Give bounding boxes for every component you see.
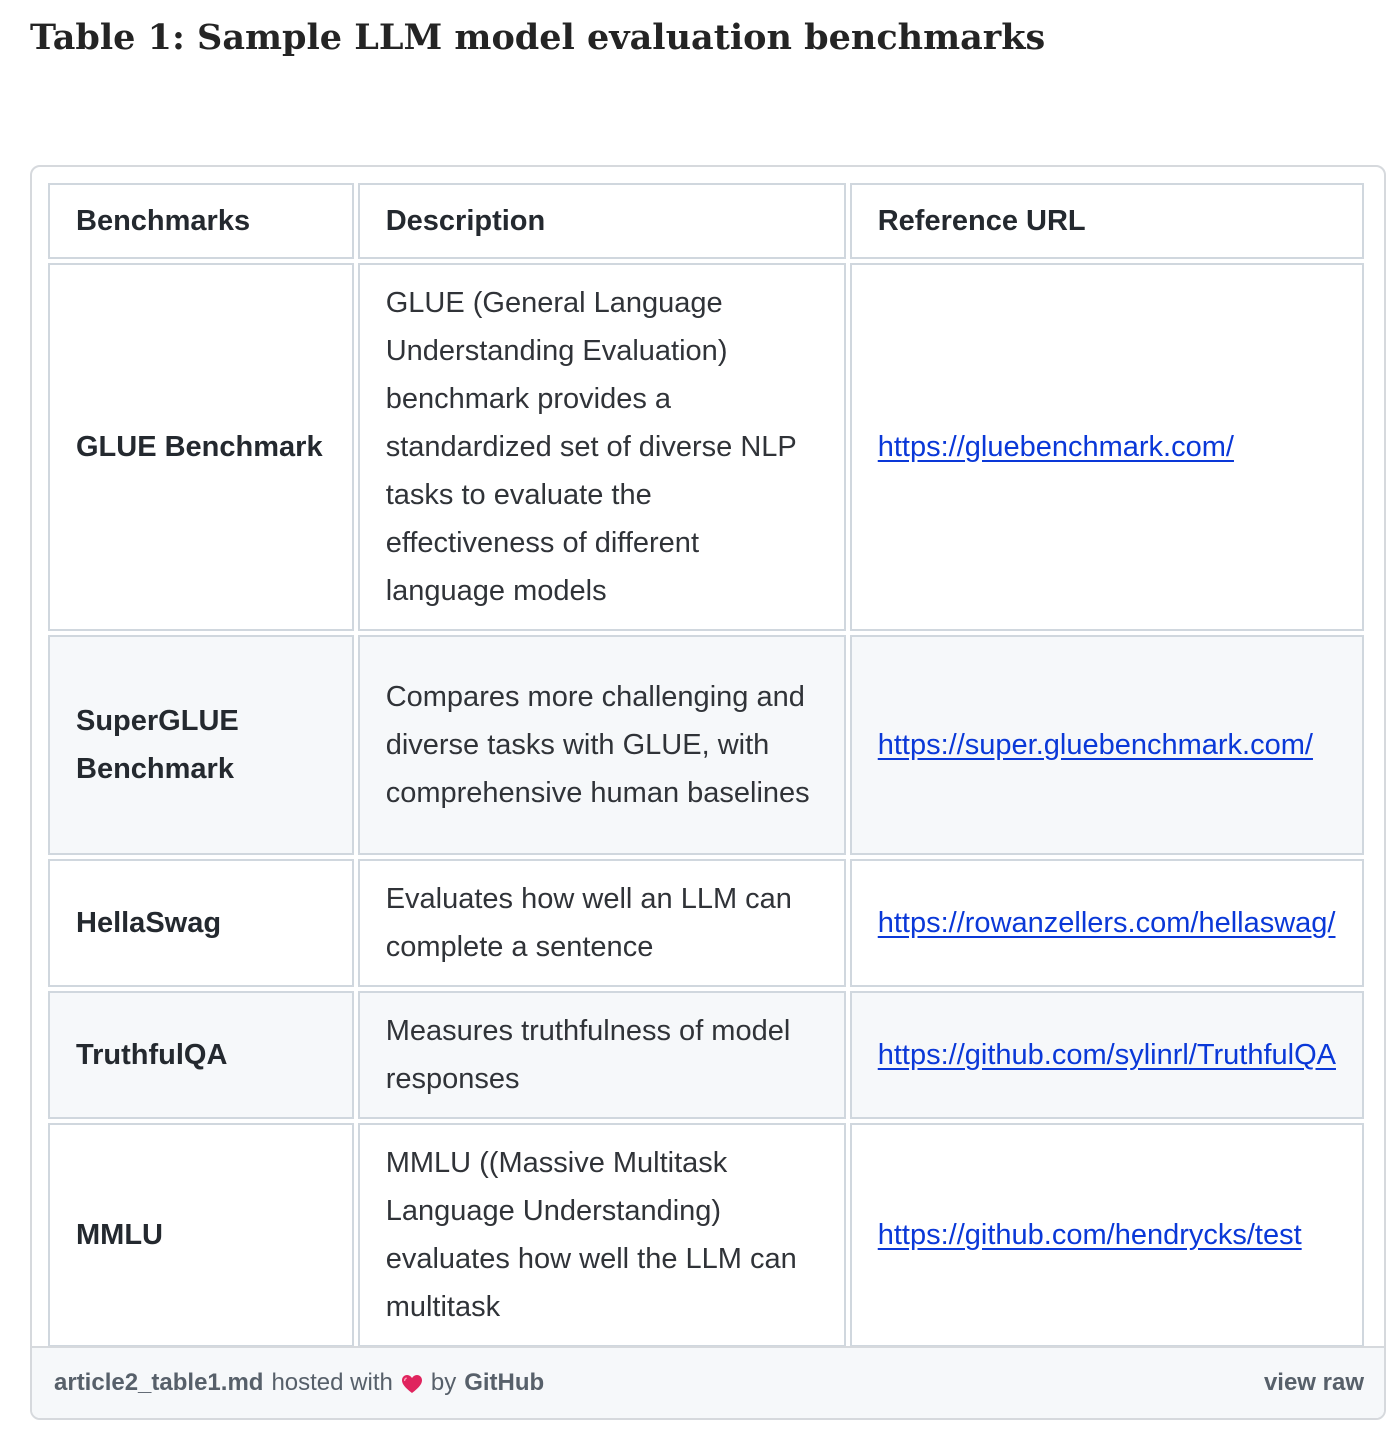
benchmark-name: MMLU	[48, 1123, 354, 1347]
reference-link[interactable]: https://github.com/hendrycks/test	[878, 1219, 1302, 1251]
gist-embed: Benchmarks Description Reference URL GLU…	[30, 165, 1386, 1420]
gist-body: Benchmarks Description Reference URL GLU…	[32, 167, 1384, 1347]
heart-icon	[401, 1373, 423, 1393]
benchmark-description: GLUE (General Language Understanding Eva…	[357, 263, 846, 631]
reference-url-cell: https://super.gluebenchmark.com/	[849, 635, 1364, 855]
benchmark-description: MMLU ((Massive Multitask Language Unders…	[357, 1123, 846, 1347]
view-raw-link[interactable]: view raw	[1264, 1369, 1364, 1397]
table-row: HellaSwag Evaluates how well an LLM can …	[48, 859, 1364, 987]
reference-link[interactable]: https://github.com/sylinrl/TruthfulQA	[878, 1039, 1336, 1071]
column-header-reference-url: Reference URL	[849, 183, 1364, 259]
benchmark-name: SuperGLUE Benchmark	[48, 635, 354, 855]
benchmark-name: TruthfulQA	[48, 991, 354, 1119]
gist-file-link[interactable]: article2_table1.md	[54, 1369, 263, 1397]
benchmark-name: HellaSwag	[48, 859, 354, 987]
reference-link[interactable]: https://rowanzellers.com/hellaswag/	[878, 907, 1336, 939]
table-row: GLUE Benchmark GLUE (General Language Un…	[48, 263, 1364, 631]
benchmark-description: Compares more challenging and diverse ta…	[357, 635, 846, 855]
table-row: SuperGLUE Benchmark Compares more challe…	[48, 635, 1364, 855]
reference-link[interactable]: https://super.gluebenchmark.com/	[878, 729, 1313, 761]
reference-url-cell: https://rowanzellers.com/hellaswag/	[849, 859, 1364, 987]
gist-footer-meta: article2_table1.md hosted with by GitHub	[54, 1369, 544, 1397]
benchmark-description: Measures truthfulness of model responses	[357, 991, 846, 1119]
reference-url-cell: https://github.com/sylinrl/TruthfulQA	[849, 991, 1364, 1119]
hosted-with-text: hosted with	[271, 1369, 393, 1396]
column-header-benchmarks: Benchmarks	[48, 183, 354, 259]
reference-url-cell: https://github.com/hendrycks/test	[849, 1123, 1364, 1347]
page-title: Table 1: Sample LLM model evaluation ben…	[30, 17, 1046, 58]
table-header-row: Benchmarks Description Reference URL	[48, 183, 1364, 259]
benchmarks-table: Benchmarks Description Reference URL GLU…	[44, 179, 1368, 1351]
benchmark-description: Evaluates how well an LLM can complete a…	[357, 859, 846, 987]
table-row: TruthfulQA Measures truthfulness of mode…	[48, 991, 1364, 1119]
table-row: MMLU MMLU ((Massive Multitask Language U…	[48, 1123, 1364, 1347]
reference-url-cell: https://gluebenchmark.com/	[849, 263, 1364, 631]
gist-footer: article2_table1.md hosted with by GitHub…	[32, 1346, 1384, 1418]
github-link[interactable]: GitHub	[464, 1369, 544, 1397]
by-text: by	[430, 1369, 457, 1396]
reference-link[interactable]: https://gluebenchmark.com/	[878, 431, 1234, 463]
column-header-description: Description	[357, 183, 846, 259]
benchmark-name: GLUE Benchmark	[48, 263, 354, 631]
